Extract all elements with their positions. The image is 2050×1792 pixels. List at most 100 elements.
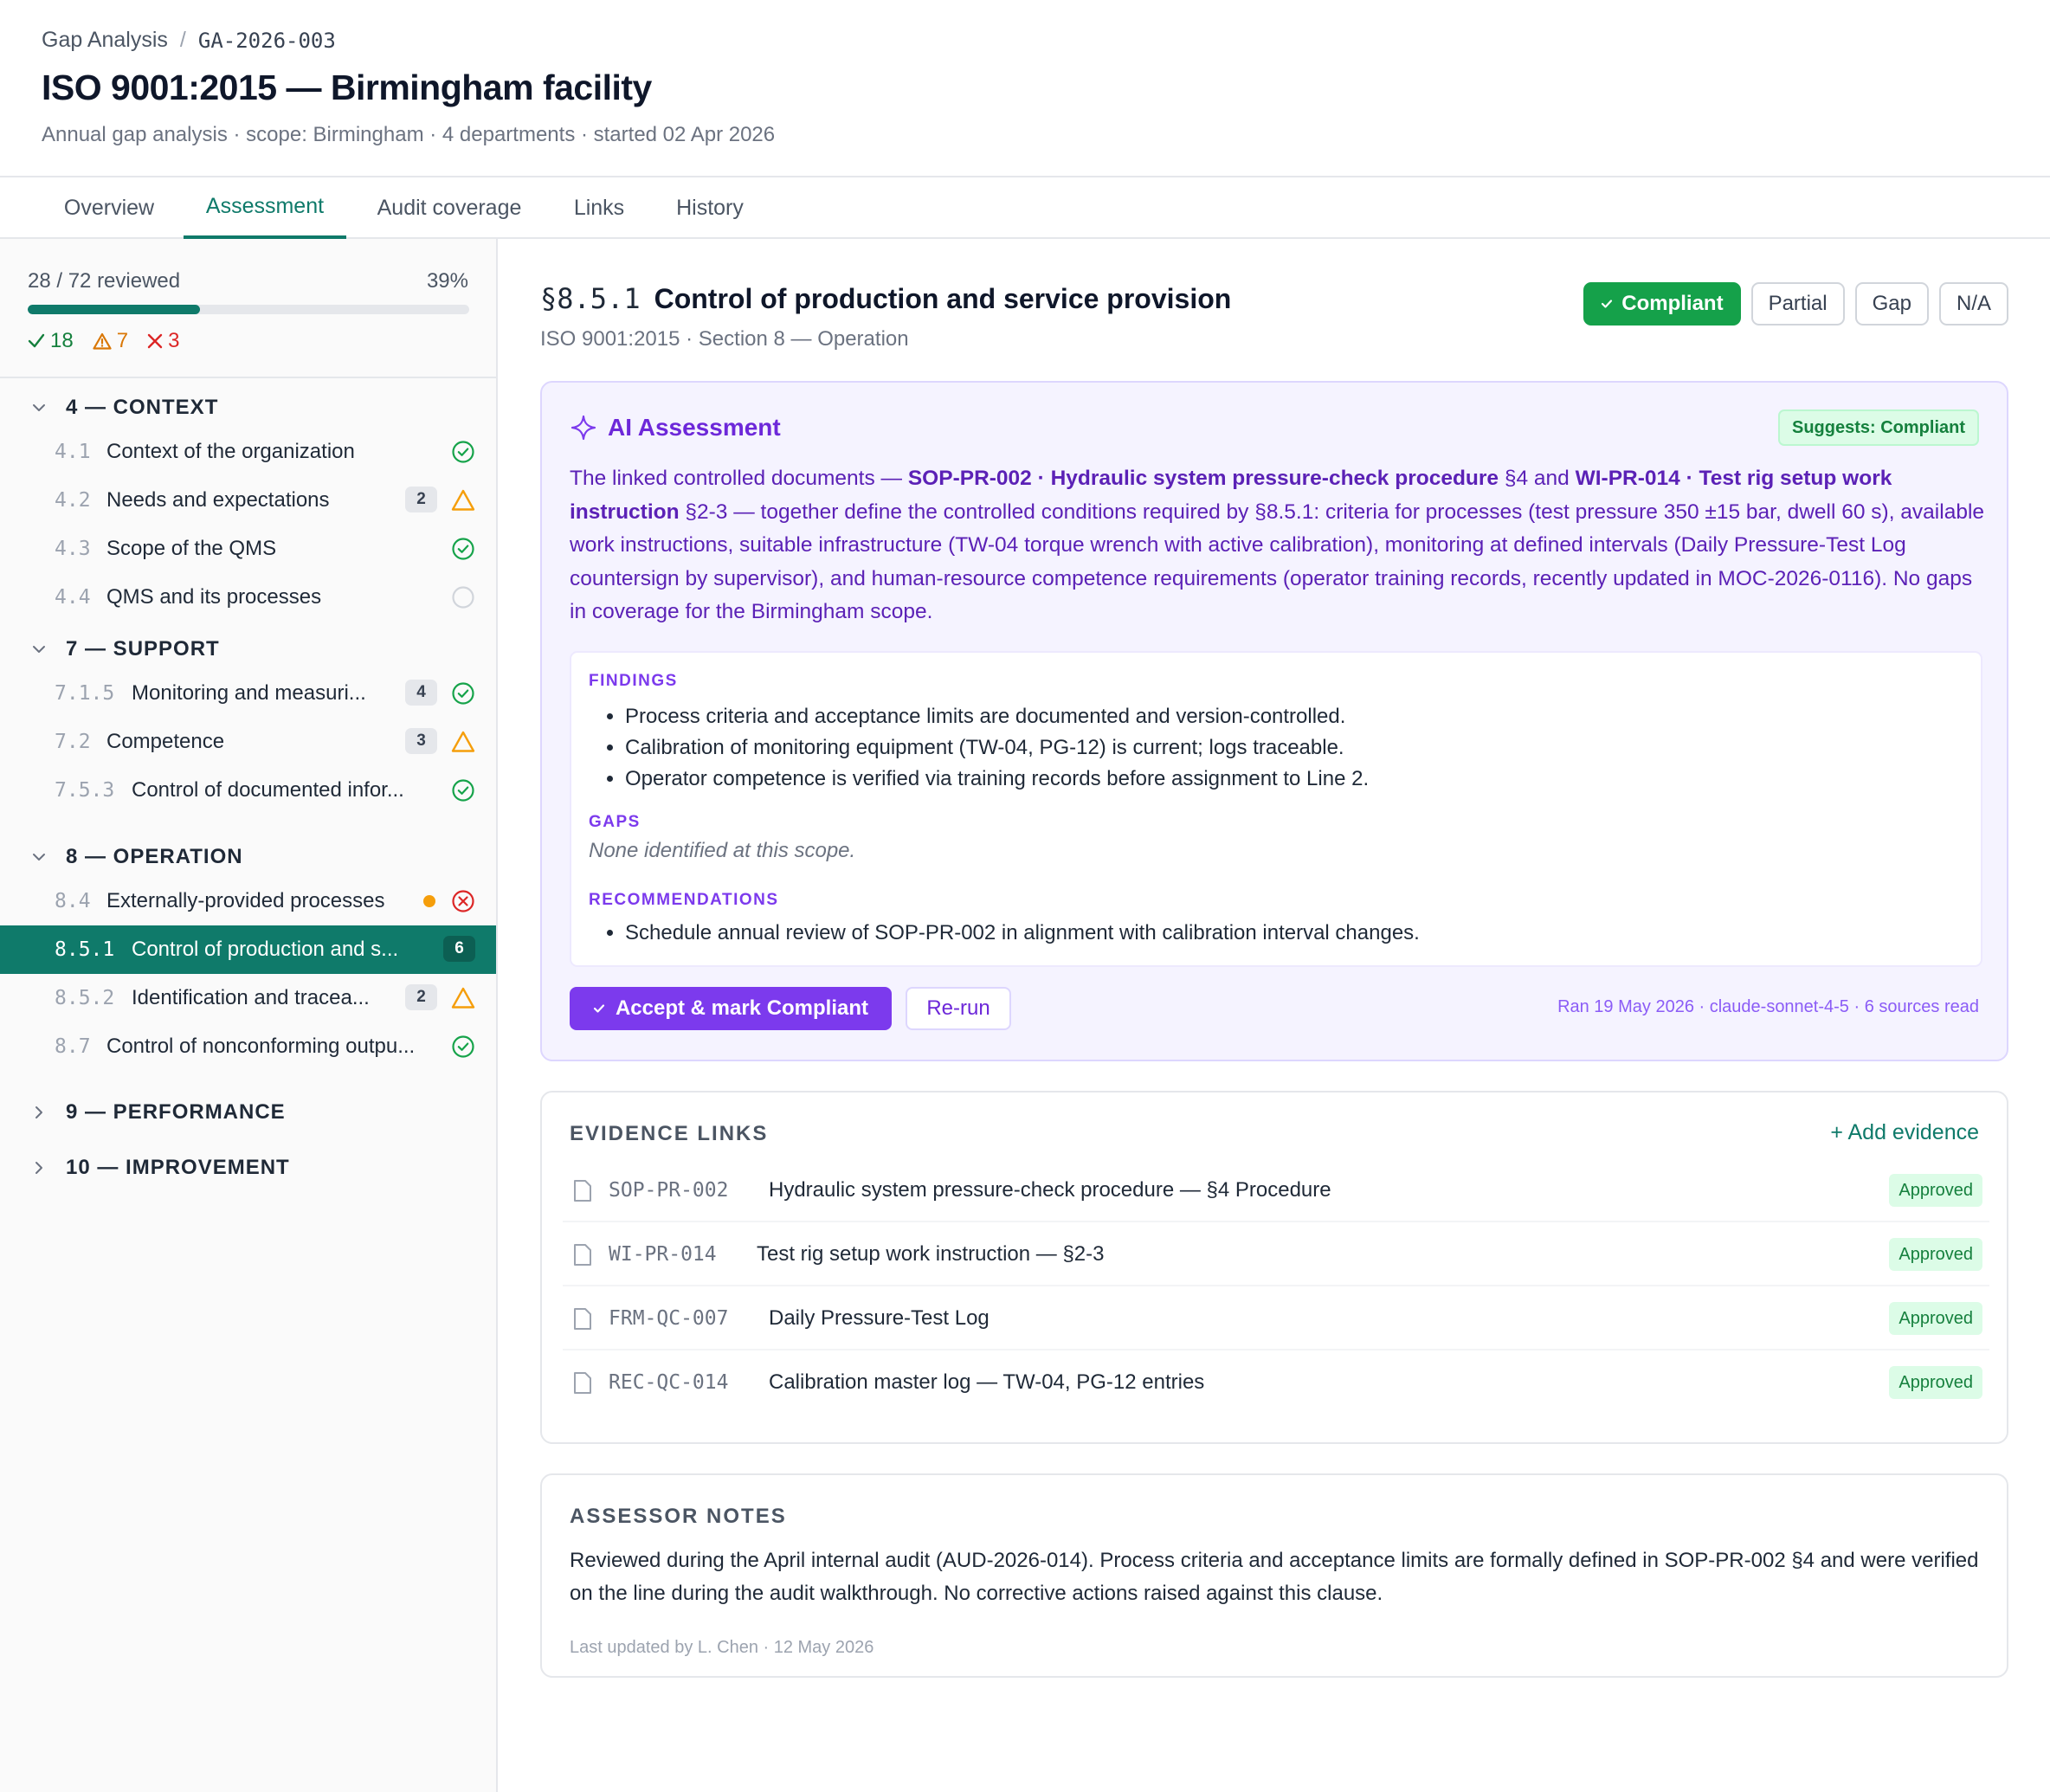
recommendations-list: Schedule annual review of SOP-PR-002 in … [625,918,1420,949]
approved-badge: Approved [1889,1302,1982,1335]
clause-item-8-5-2[interactable]: 8.5.2 Identification and tracea... 2 [0,974,496,1022]
warning-icon [451,987,475,1009]
status-selector: Compliant Partial Gap N/A [1583,282,2008,326]
rerun-button[interactable]: Re-run [906,987,1011,1030]
evidence-code: SOP-PR-002 [609,1179,729,1202]
evidence-title: Hydraulic system pressure-check procedur… [769,1178,1331,1202]
evidence-count-badge: 6 [443,936,475,962]
clause-item-8-5-1[interactable]: 8.5.1 Control of production and s... 6 [0,925,496,974]
clause-item-4-3[interactable]: 4.3 Scope of the QMS [0,525,496,573]
finding-item: Calibration of monitoring equipment (TW-… [625,732,1369,764]
clause-number: 8.7 [55,1035,91,1058]
tab-assessment[interactable]: Assessment [184,177,346,239]
notes-last-updated: Last updated by L. Chen · 12 May 2026 [570,1638,874,1657]
evidence-row[interactable]: SOP-PR-002 Hydraulic system pressure-che… [563,1158,1989,1222]
clause-item-4-1[interactable]: 4.1 Context of the organization [0,428,496,476]
evidence-title: Daily Pressure-Test Log [769,1306,990,1330]
clause-item-4-2[interactable]: 4.2 Needs and expectations 2 [0,476,496,525]
section-label: 10 — IMPROVEMENT [66,1156,290,1179]
suggestion-badge: Suggests: Compliant [1777,409,1979,446]
review-progress: 28 / 72 reviewed 39% 18 7 3 [0,239,496,378]
page-subtitle: Annual gap analysis · scope: Birmingham … [42,123,776,146]
clause-subtitle: ISO 9001:2015 · Section 8 — Operation [540,327,909,351]
gaps-none-text: None identified at this scope. [589,839,856,862]
tab-links[interactable]: Links [554,177,644,239]
status-partial-button[interactable]: Partial [1750,282,1845,326]
clause-item-7-5-3[interactable]: 7.5.3 Control of documented infor... [0,766,496,815]
clause-number: 4.2 [55,489,91,512]
evidence-title: Test rig setup work instruction — §2-3 [757,1242,1105,1266]
clause-title: QMS and its processes [106,585,322,609]
check-circle-icon [452,538,474,560]
reviewed-count: 28 / 72 reviewed [28,269,181,293]
sparkle-icon [571,415,596,441]
ai-assessment-header: AI Assessment [570,414,781,442]
tab-history[interactable]: History [654,177,765,239]
clause-item-4-4[interactable]: 4.4 QMS and its processes [0,573,496,622]
section-performance[interactable]: 9 — PERFORMANCE [0,1091,496,1134]
accept-mark-compliant-button[interactable]: Accept & mark Compliant [570,987,892,1030]
approved-badge: Approved [1889,1174,1982,1207]
clause-number: §8.5.1 [540,282,641,315]
breadcrumb: Gap Analysis / GA-2026-003 [42,28,336,53]
reviewed-percent: 39% [426,269,468,293]
ai-text-part: §2-3 — together define the controlled co… [570,500,1985,624]
evidence-row[interactable]: REC-QC-014 Calibration master log — TW-0… [563,1350,1989,1415]
check-icon [1602,300,1613,308]
evidence-count-badge: 2 [405,487,437,512]
findings-heading: FINDINGS [589,672,678,690]
progress-bar-fill [28,305,200,314]
section-context[interactable]: 4 — CONTEXT [0,386,496,429]
evidence-code: FRM-QC-007 [609,1307,729,1330]
gaps-heading: GAPS [589,813,641,831]
recommendation-item: Schedule annual review of SOP-PR-002 in … [625,918,1420,949]
check-circle-icon [452,1035,474,1058]
evidence-code: REC-QC-014 [609,1371,729,1394]
clause-title: Control of nonconforming outpu... [106,1035,416,1058]
page-title: ISO 9001:2015 — Birmingham facility [42,68,652,107]
breadcrumb-parent-link[interactable]: Gap Analysis [42,28,168,53]
clause-number: 7.5.3 [55,779,115,802]
x-icon [147,333,163,349]
clause-title: Competence [106,730,225,753]
evidence-links-card: EVIDENCE LINKS + Add evidence SOP-PR-002… [540,1091,2008,1444]
document-icon [574,1308,591,1330]
warning-icon [451,489,475,511]
chevron-down-icon [33,854,45,861]
clause-item-8-7[interactable]: 8.7 Control of nonconforming outpu... [0,1022,496,1071]
status-gap-button[interactable]: Gap [1854,282,1929,326]
add-evidence-button[interactable]: + Add evidence [1830,1120,1979,1145]
breadcrumb-separator: / [179,28,186,52]
evidence-row[interactable]: FRM-QC-007 Daily Pressure-Test Log Appro… [563,1286,1989,1350]
section-improvement[interactable]: 10 — IMPROVEMENT [0,1146,496,1189]
assessor-notes-text[interactable]: Reviewed during the April internal audit… [570,1544,1989,1610]
check-icon [28,333,45,348]
progress-bar [28,305,469,314]
clause-item-7-2[interactable]: 7.2 Competence 3 [0,718,496,766]
clause-item-8-4[interactable]: 8.4 Externally-provided processes [0,877,496,925]
clause-title: Monitoring and measuri... [132,681,366,705]
tab-audit-coverage[interactable]: Audit coverage [355,177,544,239]
evidence-row[interactable]: WI-PR-014 Test rig setup work instructio… [563,1222,1989,1286]
tab-bar: Overview Assessment Audit coverage Links… [0,177,2050,239]
approved-badge: Approved [1889,1238,1982,1271]
unsaved-dot [423,895,435,907]
clause-number: 4.3 [55,538,91,560]
approved-badge: Approved [1889,1366,1982,1399]
clause-heading: §8.5.1 Control of production and service… [540,282,1231,315]
clause-number: 8.5.1 [55,938,115,961]
status-compliant-button[interactable]: Compliant [1583,282,1741,326]
clause-item-7-1-5[interactable]: 7.1.5 Monitoring and measuri... 4 [0,669,496,718]
ai-text-part: §4 and [1499,467,1576,490]
clause-number: 7.2 [55,731,91,753]
clause-title: Control of production and service provis… [654,283,1232,314]
compliant-count: 18 [28,329,74,353]
evidence-count-badge: 2 [405,984,437,1010]
ai-findings-panel: FINDINGS Process criteria and acceptance… [570,651,1982,967]
status-na-button[interactable]: N/A [1938,282,2008,326]
section-operation[interactable]: 8 — OPERATION [0,835,496,879]
tab-overview[interactable]: Overview [42,177,177,239]
partial-count: 7 [93,329,128,353]
finding-item: Process criteria and acceptance limits a… [625,701,1369,732]
section-support[interactable]: 7 — SUPPORT [0,628,496,671]
